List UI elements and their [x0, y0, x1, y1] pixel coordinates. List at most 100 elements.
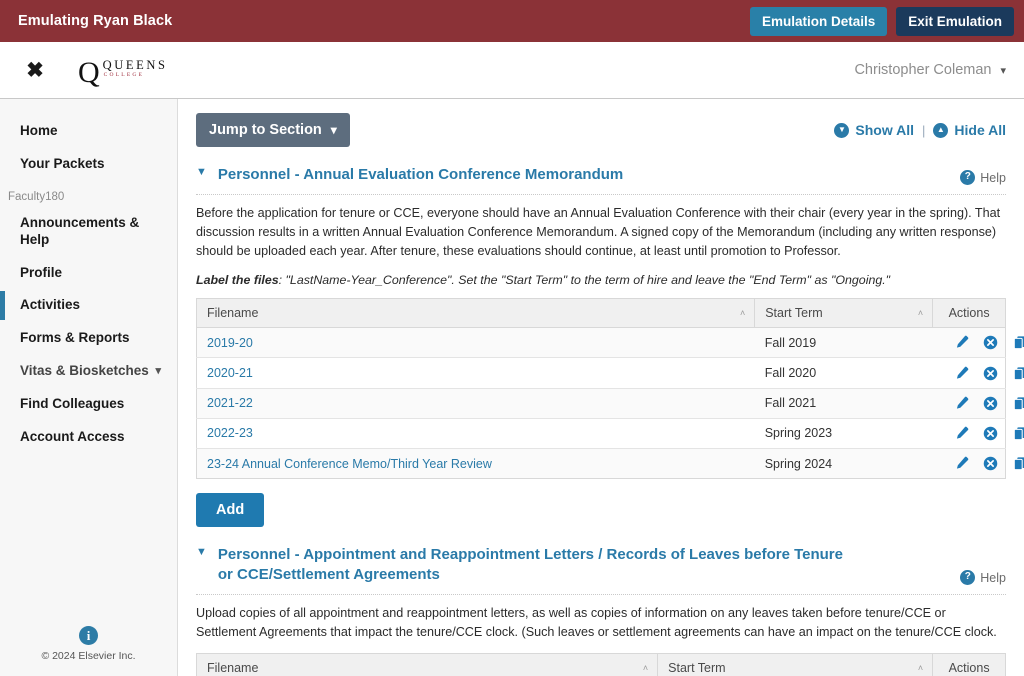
cell-start-term: Fall 2019 [755, 328, 933, 358]
chevron-down-icon: ▾ [155, 365, 161, 379]
sidebar-item-home[interactable]: Home [0, 115, 177, 148]
sidebar-item-profile[interactable]: Profile [0, 257, 177, 290]
app-header: ✖ Q QUEENS COLLEGE Christopher Coleman ▾ [0, 42, 1024, 99]
files-table-body: 2019-20 Fall 2019 2020-21 Fall 2020 [197, 328, 1006, 479]
cell-filename: 2020-21 [197, 358, 755, 388]
separator: | [922, 123, 925, 138]
column-header-start-term[interactable]: Start Term ˄ [658, 654, 933, 676]
cell-start-term: Spring 2024 [755, 449, 933, 479]
section-title[interactable]: Personnel - Appointment and Reappointmen… [218, 545, 858, 585]
brand-name: QUEENS [103, 59, 168, 72]
jump-to-section-label: Jump to Section [209, 122, 322, 138]
column-label: Actions [949, 306, 990, 320]
sidebar-item-your-packets[interactable]: Your Packets [0, 148, 177, 181]
edit-pencil-icon[interactable] [954, 456, 969, 471]
show-hide-controls: ▼ Show All | ▲ Hide All [834, 122, 1006, 138]
table-row: 23-24 Annual Conference Memo/Third Year … [197, 449, 1006, 479]
cell-actions [933, 449, 1006, 479]
column-header-start-term[interactable]: Start Term ˄ [755, 299, 933, 328]
section-appointment-reappointment-letters: ▼ Personnel - Appointment and Reappointm… [186, 545, 1016, 676]
cell-start-term: Spring 2023 [755, 418, 933, 448]
files-table: Filename ˄ Start Term ˄ Actions [196, 653, 1006, 676]
emulation-banner: Emulating Ryan Black Emulation Details E… [0, 0, 1024, 42]
sidebar-item-announcements-help[interactable]: Announcements & Help [0, 207, 177, 257]
divider [196, 594, 1006, 595]
sidebar-item-forms-reports[interactable]: Forms & Reports [0, 322, 177, 355]
delete-circle-x-icon[interactable] [983, 366, 998, 381]
section-note: Label the files: "LastName-Year_Conferen… [196, 273, 1006, 287]
delete-circle-x-icon[interactable] [983, 456, 998, 471]
hide-all-button[interactable]: ▲ Hide All [933, 122, 1006, 138]
duplicate-copy-icon[interactable] [1013, 366, 1024, 381]
user-menu[interactable]: Christopher Coleman ▾ [854, 62, 1006, 78]
chevron-up-circle-icon: ▲ [933, 123, 948, 138]
brand-subname: COLLEGE [104, 73, 168, 79]
help-icon: ? [960, 170, 975, 185]
emulation-details-button[interactable]: Emulation Details [750, 7, 887, 36]
file-link[interactable]: 2021-22 [207, 396, 253, 410]
table-row: 2020-21 Fall 2020 [197, 358, 1006, 388]
collapse-triangle-icon[interactable]: ▼ [196, 545, 207, 561]
section-header: ▼ Personnel - Annual Evaluation Conferen… [196, 165, 1006, 185]
queens-college-logo[interactable]: Q QUEENS COLLEGE [78, 57, 168, 83]
column-header-filename[interactable]: Filename ˄ [197, 654, 658, 676]
sidebar-item-account-access[interactable]: Account Access [0, 421, 177, 454]
chevron-down-circle-icon: ▼ [834, 123, 849, 138]
edit-pencil-icon[interactable] [954, 396, 969, 411]
delete-circle-x-icon[interactable] [983, 426, 998, 441]
duplicate-copy-icon[interactable] [1013, 456, 1024, 471]
table-row: 2022-23 Spring 2023 [197, 418, 1006, 448]
sidebar-item-activities[interactable]: Activities [0, 289, 177, 322]
duplicate-copy-icon[interactable] [1013, 426, 1024, 441]
collapse-triangle-icon[interactable]: ▼ [196, 165, 207, 181]
close-icon[interactable]: ✖ [22, 60, 48, 81]
emulation-title: Emulating Ryan Black [18, 13, 172, 29]
add-button[interactable]: Add [196, 493, 264, 527]
edit-pencil-icon[interactable] [954, 426, 969, 441]
sidebar-item-find-colleagues[interactable]: Find Colleagues [0, 388, 177, 421]
main-content: Jump to Section ▾ ▼ Show All | ▲ Hide Al… [178, 99, 1024, 676]
file-link[interactable]: 2019-20 [207, 336, 253, 350]
jump-to-section-button[interactable]: Jump to Section ▾ [196, 113, 350, 147]
column-label: Start Term [765, 306, 822, 320]
section-annual-evaluation-conference: ▼ Personnel - Annual Evaluation Conferen… [186, 165, 1016, 527]
cell-start-term: Fall 2021 [755, 388, 933, 418]
cell-actions [933, 418, 1006, 448]
file-link[interactable]: 2020-21 [207, 366, 253, 380]
emulation-actions: Emulation Details Exit Emulation [750, 7, 1014, 36]
help-icon: ? [960, 570, 975, 585]
cell-actions [933, 358, 1006, 388]
content-toolbar: Jump to Section ▾ ▼ Show All | ▲ Hide Al… [186, 113, 1016, 147]
delete-circle-x-icon[interactable] [983, 335, 998, 350]
table-row: 2021-22 Fall 2021 [197, 388, 1006, 418]
page-layout: Home Your Packets Faculty180 Announcemen… [0, 99, 1024, 676]
sort-ascending-icon: ˄ [918, 663, 923, 673]
section-title[interactable]: Personnel - Annual Evaluation Conference… [218, 165, 623, 185]
column-header-filename[interactable]: Filename ˄ [197, 299, 755, 328]
help-link[interactable]: ? Help [960, 170, 1006, 185]
chevron-down-icon: ▾ [331, 123, 337, 137]
help-link[interactable]: ? Help [960, 570, 1006, 585]
section-note-text: : "LastName-Year_Conference". Set the "S… [279, 273, 890, 287]
sidebar-item-vitas-biosketches[interactable]: Vitas & Biosketches ▾ [0, 355, 177, 388]
file-link[interactable]: 2022-23 [207, 426, 253, 440]
section-description: Before the application for tenure or CCE… [196, 204, 1006, 261]
column-label: Filename [207, 661, 258, 675]
file-link[interactable]: 23-24 Annual Conference Memo/Third Year … [207, 457, 492, 471]
hide-all-label: Hide All [954, 122, 1006, 138]
edit-pencil-icon[interactable] [954, 335, 969, 350]
brand-wordmark: QUEENS COLLEGE [103, 59, 168, 83]
column-header-actions: Actions [933, 654, 1006, 676]
sidebar-footer: i © 2024 Elsevier Inc. [0, 626, 177, 676]
duplicate-copy-icon[interactable] [1013, 396, 1024, 411]
user-name: Christopher Coleman [854, 62, 991, 78]
edit-pencil-icon[interactable] [954, 366, 969, 381]
copyright-text: © 2024 Elsevier Inc. [41, 650, 135, 662]
table-header-row: Filename ˄ Start Term ˄ Actions [197, 654, 1006, 676]
column-label: Filename [207, 306, 258, 320]
exit-emulation-button[interactable]: Exit Emulation [896, 7, 1014, 36]
duplicate-copy-icon[interactable] [1013, 335, 1024, 350]
delete-circle-x-icon[interactable] [983, 396, 998, 411]
info-icon[interactable]: i [79, 626, 98, 645]
show-all-button[interactable]: ▼ Show All [834, 122, 914, 138]
